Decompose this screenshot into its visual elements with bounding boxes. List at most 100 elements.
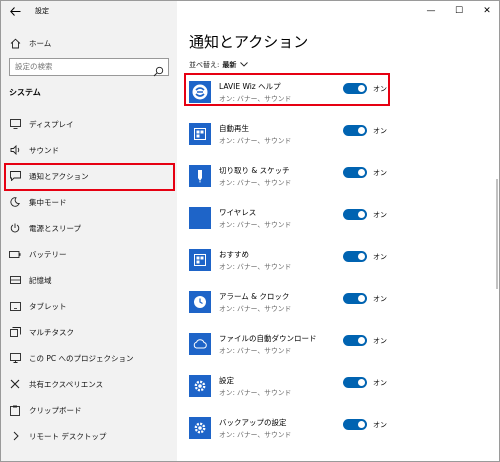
multitask-icon <box>3 327 27 337</box>
search-box[interactable] <box>9 58 169 77</box>
notification-toggle[interactable] <box>343 293 367 304</box>
app-status: オン: バナー、サウンド <box>219 431 292 439</box>
app-status: オン: バナー、サウンド <box>219 179 292 187</box>
tablet-icon <box>3 301 27 311</box>
sidebar-item-sound[interactable]: サウンド <box>1 137 177 163</box>
list-item[interactable]: ファイルの自動ダウンロード オン: バナー、サウンド オン <box>187 325 487 367</box>
toggle-knob <box>358 295 365 302</box>
back-arrow-icon[interactable] <box>8 4 22 18</box>
storage-icon <box>3 276 27 284</box>
suggested-icon <box>189 249 211 271</box>
search-input[interactable] <box>15 62 145 71</box>
sort-label: 並べ替え: <box>189 61 220 69</box>
toggle-knob <box>358 379 365 386</box>
gear-icon <box>189 375 211 397</box>
list-item[interactable]: おすすめ オン: バナー、サウンド オン <box>187 241 487 283</box>
window-title: 設定 <box>35 7 49 15</box>
toggle-knob <box>358 421 365 428</box>
notification-toggle[interactable] <box>343 251 367 262</box>
toggle-knob <box>358 253 365 260</box>
cloud-icon <box>189 333 211 355</box>
app-name: バックアップの設定 <box>219 418 287 427</box>
toggle-label: オン <box>373 127 387 135</box>
sidebar-item-label: 電源とスリープ <box>29 223 82 233</box>
toggle-knob <box>358 211 365 218</box>
notification-toggle[interactable] <box>343 125 367 136</box>
remote-desktop-icon <box>3 431 27 441</box>
nav-list: ディスプレイ サウンド 通知とアクション 集中モード 電源とスリープ バッテリー <box>1 111 177 449</box>
app-status: オン: バナー、サウンド <box>219 389 292 397</box>
sidebar-item-focus-assist[interactable]: 集中モード <box>1 189 177 215</box>
wireless-icon <box>189 207 211 229</box>
app-name: 設定 <box>219 376 234 385</box>
sidebar-item-power[interactable]: 電源とスリープ <box>1 215 177 241</box>
notification-toggle[interactable] <box>343 83 367 94</box>
notification-toggle[interactable] <box>343 335 367 346</box>
app-name: おすすめ <box>219 250 249 259</box>
nav-home-label: ホーム <box>29 38 52 48</box>
sidebar-item-projection[interactable]: この PC へのプロジェクション <box>1 345 177 371</box>
nav-home[interactable]: ホーム <box>1 33 177 53</box>
notification-toggle[interactable] <box>343 209 367 220</box>
chevron-down-icon <box>240 61 249 69</box>
toggle-label: オン <box>373 421 387 429</box>
app-name: 自動再生 <box>219 124 249 133</box>
sidebar-item-battery[interactable]: バッテリー <box>1 241 177 267</box>
notification-toggle[interactable] <box>343 377 367 388</box>
list-item[interactable]: ワイヤレス オン: バナー、サウンド オン <box>187 199 487 241</box>
list-item[interactable]: LAVIE Wiz ヘルプ オン: バナー、サウンド オン <box>187 73 487 115</box>
autoplay-icon <box>189 123 211 145</box>
list-item[interactable]: 自動再生 オン: バナー、サウンド オン <box>187 115 487 157</box>
app-status: オン: バナー、サウンド <box>219 263 292 271</box>
app-status: オン: バナー、サウンド <box>219 95 292 103</box>
notification-icon <box>3 171 27 181</box>
minimize-button[interactable]: — <box>417 1 445 21</box>
notification-toggle[interactable] <box>343 167 367 178</box>
list-item[interactable]: 設定 オン: バナー、サウンド オン <box>187 367 487 409</box>
toggle-label: オン <box>373 211 387 219</box>
search-icon[interactable] <box>153 62 164 77</box>
sidebar-item-notifications[interactable]: 通知とアクション <box>1 163 177 189</box>
notification-toggle[interactable] <box>343 419 367 430</box>
display-icon <box>3 119 27 129</box>
gear-icon <box>189 417 211 439</box>
sidebar-item-label: 記憶域 <box>29 275 52 285</box>
sidebar-item-clipboard[interactable]: クリップボード <box>1 397 177 423</box>
scrollbar[interactable] <box>496 29 499 459</box>
maximize-button[interactable]: ☐ <box>445 1 473 21</box>
sidebar-item-remote-desktop[interactable]: リモート デスクトップ <box>1 423 177 449</box>
sidebar-item-tablet[interactable]: タブレット <box>1 293 177 319</box>
sidebar-item-label: 集中モード <box>29 197 67 207</box>
toggle-label: オン <box>373 85 387 93</box>
app-status: オン: バナー、サウンド <box>219 137 292 145</box>
sort-dropdown[interactable]: 並べ替え: 最新 <box>189 60 249 70</box>
sort-value: 最新 <box>222 61 237 69</box>
toggle-label: オン <box>373 169 387 177</box>
sidebar-item-multitasking[interactable]: マルチタスク <box>1 319 177 345</box>
list-item[interactable]: バックアップの設定 オン: バナー、サウンド オン <box>187 409 487 451</box>
moon-icon <box>3 197 27 207</box>
sidebar-item-label: ディスプレイ <box>29 119 74 129</box>
sidebar-item-display[interactable]: ディスプレイ <box>1 111 177 137</box>
sidebar-item-shared-experiences[interactable]: 共有エクスペリエンス <box>1 371 177 397</box>
titlebar: 設定 <box>1 1 177 23</box>
alarm-clock-icon <box>189 291 211 313</box>
settings-window: 設定 ホーム システム ディスプレイ サウンド <box>0 0 500 462</box>
projection-icon <box>3 353 27 363</box>
sidebar-item-label: マルチタスク <box>29 327 74 337</box>
list-item[interactable]: アラーム & クロック オン: バナー、サウンド オン <box>187 283 487 325</box>
toggle-label: オン <box>373 295 387 303</box>
scroll-thumb[interactable] <box>496 179 498 289</box>
toggle-label: オン <box>373 337 387 345</box>
sidebar-item-storage[interactable]: 記憶域 <box>1 267 177 293</box>
list-item[interactable]: 切り取り & スケッチ オン: バナー、サウンド オン <box>187 157 487 199</box>
close-button[interactable]: ✕ <box>473 1 499 21</box>
sidebar-item-label: この PC へのプロジェクション <box>29 353 134 363</box>
app-name: ファイルの自動ダウンロード <box>219 334 317 343</box>
app-status: オン: バナー、サウンド <box>219 347 292 355</box>
snip-sketch-icon <box>189 165 211 187</box>
sidebar-item-label: 通知とアクション <box>29 171 89 181</box>
app-name: アラーム & クロック <box>219 292 290 301</box>
sidebar: 設定 ホーム システム ディスプレイ サウンド <box>1 1 177 461</box>
battery-icon <box>3 250 27 258</box>
